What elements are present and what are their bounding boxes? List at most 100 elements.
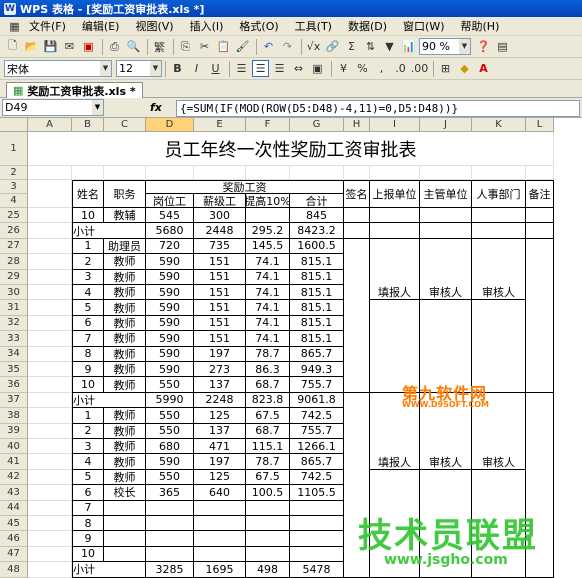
row-index[interactable]: 3: [72, 439, 104, 455]
tab-workbook[interactable]: ▦ 奖励工资审批表.xls *: [6, 82, 143, 98]
cell-empty[interactable]: [28, 238, 72, 255]
cell-empty[interactable]: [370, 208, 420, 224]
cell-empty[interactable]: [526, 166, 554, 180]
row-job[interactable]: 教师: [104, 439, 146, 455]
column-header-j[interactable]: J: [420, 118, 472, 132]
cell-empty[interactable]: [370, 223, 420, 239]
row-raise[interactable]: 68.7: [246, 377, 290, 393]
row-total[interactable]: 1600.5: [290, 238, 344, 255]
cell-empty[interactable]: [28, 346, 72, 362]
cell-empty[interactable]: [28, 180, 72, 208]
row-salary[interactable]: 197: [194, 346, 246, 362]
subtotal-label[interactable]: 小计: [72, 223, 146, 239]
row-job[interactable]: 教师: [104, 454, 146, 470]
header-sign[interactable]: 签名: [344, 180, 370, 208]
cell-empty[interactable]: [28, 315, 72, 332]
row-raise[interactable]: 74.1: [246, 315, 290, 332]
cell-empty[interactable]: [472, 208, 526, 224]
increase-decimal-icon[interactable]: .0: [392, 60, 409, 77]
row-base[interactable]: 590: [146, 285, 194, 301]
print-preview-icon[interactable]: 🔍: [125, 38, 142, 55]
header-name[interactable]: 姓名: [72, 180, 104, 208]
row-header-37[interactable]: 37: [0, 392, 28, 409]
row-job[interactable]: 教师: [104, 331, 146, 347]
cell-empty[interactable]: [246, 166, 290, 180]
column-header-c[interactable]: C: [104, 118, 146, 132]
column-header-g[interactable]: G: [290, 118, 344, 132]
cell-empty[interactable]: [28, 485, 72, 501]
mail-icon[interactable]: ✉: [61, 38, 78, 55]
row-base[interactable]: 590: [146, 362, 194, 378]
row-index[interactable]: 7: [72, 331, 104, 347]
row-salary[interactable]: 151: [194, 315, 246, 332]
row-job[interactable]: 教师: [104, 362, 146, 378]
header-bonus[interactable]: 奖励工资: [146, 180, 344, 194]
hyperlink-icon[interactable]: 🔗: [324, 38, 341, 55]
row-job[interactable]: 教师: [104, 423, 146, 439]
row-total[interactable]: 1105.5: [290, 485, 344, 501]
row-salary[interactable]: 125: [194, 408, 246, 424]
italic-button[interactable]: I: [188, 60, 205, 77]
row-base[interactable]: 590: [146, 269, 194, 285]
thousands-icon[interactable]: ,: [373, 60, 390, 77]
column-header-e[interactable]: E: [194, 118, 246, 132]
row-salary[interactable]: 151: [194, 254, 246, 270]
approval-block[interactable]: [420, 238, 472, 393]
cell-empty[interactable]: [72, 166, 104, 180]
cell-empty[interactable]: [472, 223, 526, 239]
row-job[interactable]: 教师: [104, 408, 146, 424]
row-index[interactable]: 8: [72, 346, 104, 362]
menu-insert[interactable]: 插入(I): [188, 17, 226, 35]
row-raise[interactable]: [246, 208, 290, 224]
cell-empty[interactable]: [28, 362, 72, 378]
row-base[interactable]: 550: [146, 423, 194, 439]
row-total[interactable]: 865.7: [290, 454, 344, 470]
cell-empty[interactable]: [28, 300, 72, 316]
pdf-icon[interactable]: ▣: [80, 38, 97, 55]
row-index[interactable]: 4: [72, 454, 104, 470]
cell-empty[interactable]: [344, 166, 370, 180]
cell-empty[interactable]: [370, 166, 420, 180]
row-raise[interactable]: 74.1: [246, 285, 290, 301]
cell-empty[interactable]: [28, 562, 72, 578]
row-raise[interactable]: 67.5: [246, 408, 290, 424]
menu-format[interactable]: 格式(O): [237, 17, 280, 35]
redo-icon[interactable]: ↷: [279, 38, 296, 55]
row-total[interactable]: 8423.2: [290, 223, 344, 239]
row-total[interactable]: 815.1: [290, 269, 344, 285]
row-header-3[interactable]: 3: [0, 180, 28, 194]
row-index[interactable]: 6: [72, 485, 104, 501]
row-salary[interactable]: 471: [194, 439, 246, 455]
row-header-29[interactable]: 29: [0, 269, 28, 285]
header-salary[interactable]: 薪级工: [194, 194, 246, 208]
row-base[interactable]: 550: [146, 469, 194, 486]
row-index[interactable]: 1: [72, 408, 104, 424]
cut-icon[interactable]: ✂: [196, 38, 213, 55]
header-raise[interactable]: 提高10%: [246, 194, 290, 208]
cell-empty[interactable]: [28, 500, 72, 516]
cell-empty[interactable]: [28, 285, 72, 301]
row-raise[interactable]: 823.8: [246, 392, 290, 409]
font-color-icon[interactable]: A: [475, 60, 492, 77]
align-center-icon[interactable]: ☰: [252, 60, 269, 77]
row-header-1[interactable]: 1: [0, 132, 28, 166]
row-index[interactable]: 5: [72, 469, 104, 486]
row-index[interactable]: 4: [72, 285, 104, 301]
row-salary[interactable]: 300: [194, 208, 246, 224]
new-doc-icon[interactable]: 🗋: [4, 38, 21, 55]
row-base[interactable]: 5990: [146, 392, 194, 409]
row-raise[interactable]: 498: [246, 562, 290, 578]
row-raise[interactable]: [246, 516, 290, 532]
formula-input[interactable]: {=SUM(IF(MOD(ROW(D5:D48)-4,11)=0,D5:D48)…: [176, 100, 580, 117]
underline-button[interactable]: U: [207, 60, 224, 77]
merge-dropdown-icon[interactable]: ▣: [309, 60, 326, 77]
row-base[interactable]: 5680: [146, 223, 194, 239]
print-icon[interactable]: ⎙: [106, 38, 123, 55]
row-job[interactable]: 教师: [104, 469, 146, 486]
sort-icon[interactable]: ⇅: [362, 38, 379, 55]
bold-button[interactable]: B: [169, 60, 186, 77]
row-header-45[interactable]: 45: [0, 516, 28, 532]
row-index[interactable]: 10: [72, 208, 104, 224]
row-header-46[interactable]: 46: [0, 531, 28, 547]
row-total[interactable]: [290, 500, 344, 516]
